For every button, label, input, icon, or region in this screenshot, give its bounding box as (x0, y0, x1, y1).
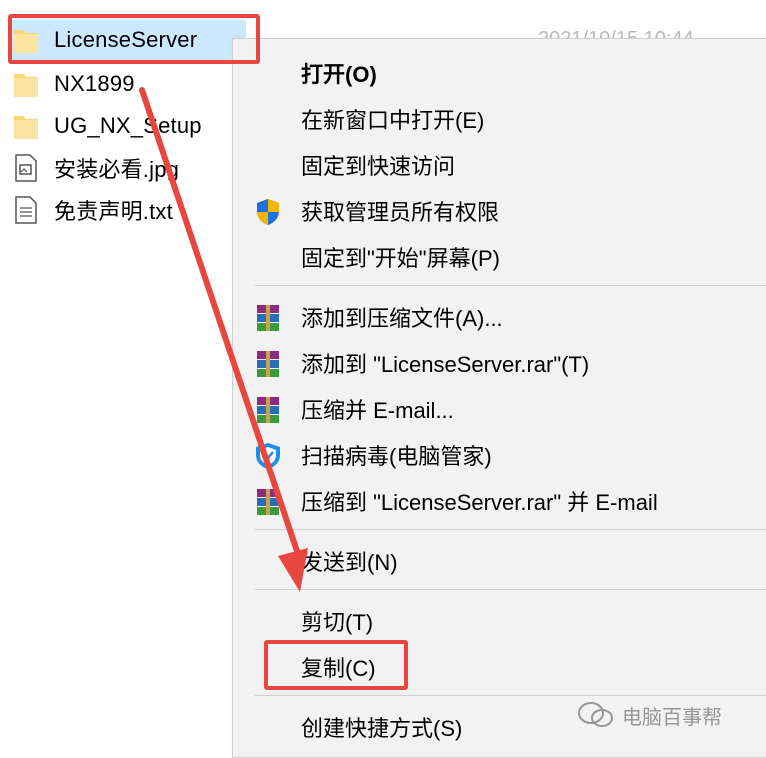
menu-item-label: 剪切(T) (301, 610, 374, 635)
watermark: 电脑百事帮 (576, 700, 722, 730)
file-list: LicenseServer NX1899 UG_NX_Setup 安装必看.jp… (0, 0, 260, 752)
menu-item-label: 压缩并 E-mail... (301, 398, 454, 423)
menu-item-cut[interactable]: 剪切(T) (233, 601, 766, 641)
uac-shield-icon (253, 197, 283, 227)
file-name: 安装必看.jpg (54, 157, 180, 182)
menu-separator (255, 285, 766, 286)
text-file-icon (12, 194, 40, 226)
winrar-icon (253, 487, 283, 517)
menu-separator (255, 589, 766, 590)
file-name: UG_NX_Setup (54, 113, 202, 138)
folder-icon (12, 110, 40, 142)
menu-item-label: 压缩到 "LicenseServer.rar" 并 E-mail (301, 490, 658, 515)
menu-item-label: 在新窗口中打开(E) (301, 108, 485, 133)
menu-item-open-new-window[interactable]: 在新窗口中打开(E) (233, 99, 766, 139)
menu-item-add-to-rar[interactable]: 添加到 "LicenseServer.rar"(T) (233, 343, 766, 383)
menu-item-label: 发送到(N) (301, 550, 398, 575)
menu-item-compress-email[interactable]: 压缩并 E-mail... (233, 389, 766, 429)
menu-item-label: 添加到压缩文件(A)... (301, 306, 503, 331)
tencent-shield-icon (253, 441, 283, 471)
menu-item-label: 创建快捷方式(S) (301, 716, 463, 741)
menu-separator (255, 529, 766, 530)
menu-item-label: 固定到快速访问 (301, 154, 456, 179)
highlight-licenseserver (8, 14, 260, 64)
file-name: 免责声明.txt (54, 199, 173, 224)
menu-item-label: 扫描病毒(电脑管家) (301, 444, 492, 469)
file-item-disclaimer[interactable]: 免责声明.txt (12, 190, 173, 230)
menu-item-label: 固定到"开始"屏幕(P) (301, 246, 500, 271)
wechat-icon (576, 700, 616, 730)
winrar-icon (253, 395, 283, 425)
highlight-copy (264, 640, 408, 690)
menu-item-compress-rar-email[interactable]: 压缩到 "LicenseServer.rar" 并 E-mail (233, 481, 766, 521)
winrar-icon (253, 349, 283, 379)
menu-item-label: 打开(O) (301, 62, 377, 87)
menu-separator (255, 695, 766, 696)
folder-icon (12, 68, 40, 100)
menu-item-add-to-archive[interactable]: 添加到压缩文件(A)... (233, 297, 766, 337)
file-name: NX1899 (54, 71, 135, 96)
menu-item-scan-virus[interactable]: 扫描病毒(电脑管家) (233, 435, 766, 475)
watermark-text: 电脑百事帮 (622, 706, 722, 729)
file-item-ug-nx-setup[interactable]: UG_NX_Setup (12, 106, 202, 146)
menu-item-open[interactable]: 打开(O) (233, 53, 766, 93)
menu-item-pin-quick-access[interactable]: 固定到快速访问 (233, 145, 766, 185)
menu-item-pin-start[interactable]: 固定到"开始"屏幕(P) (233, 237, 766, 277)
file-item-install-guide[interactable]: 安装必看.jpg (12, 148, 179, 188)
file-item-nx1899[interactable]: NX1899 (12, 64, 135, 104)
image-file-icon (12, 152, 40, 184)
menu-item-label: 添加到 "LicenseServer.rar"(T) (301, 352, 590, 377)
menu-item-send-to[interactable]: 发送到(N) (233, 541, 766, 581)
menu-item-label: 获取管理员所有权限 (301, 200, 500, 225)
menu-item-take-ownership[interactable]: 获取管理员所有权限 (233, 191, 766, 231)
winrar-icon (253, 303, 283, 333)
